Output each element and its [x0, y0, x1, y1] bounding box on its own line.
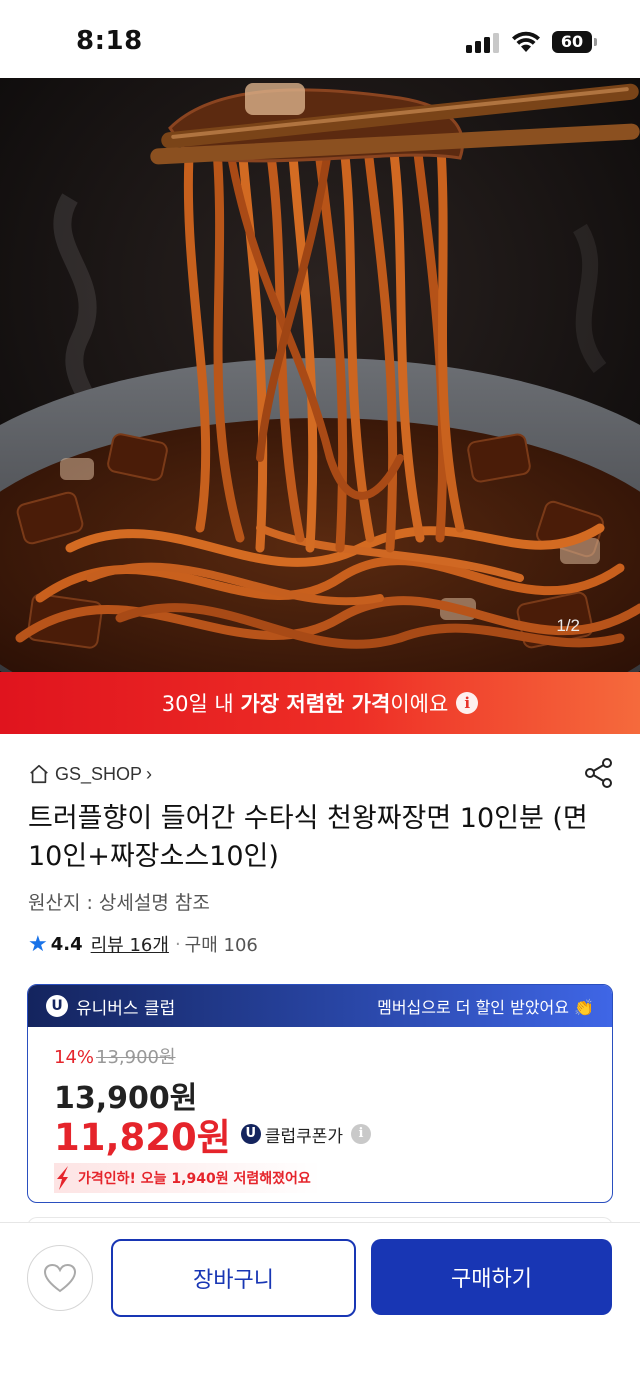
status-bar: 8:18 60 [0, 0, 640, 78]
wifi-icon [512, 31, 540, 52]
product-origin: 원산지 : 상세설명 참조 [28, 892, 210, 914]
chevron-right-icon: › [146, 763, 153, 784]
home-icon [30, 764, 48, 784]
membership-message: 멤버십으로 더 할인 받았어요 👏 [377, 998, 594, 1017]
universe-logo-icon: U [46, 995, 68, 1017]
purchase-count: 구매 106 [184, 935, 258, 956]
universe-badge-icon: U [240, 1124, 261, 1144]
promo-suffix: 이에요 [390, 692, 449, 716]
universe-club-price-box: U 유니버스 클럽 멤버십으로 더 할인 받았어요 👏 14% 13,900원 … [27, 984, 613, 1203]
rating-row: ★ 4.4 리뷰 16개 · 구매 106 [28, 931, 258, 957]
wishlist-button[interactable] [27, 1245, 93, 1311]
sale-price: 13,900원 [54, 1081, 198, 1116]
battery-cap [594, 38, 597, 46]
club-name: 유니버스 클럽 [76, 998, 176, 1019]
buy-now-button[interactable]: 구매하기 [371, 1239, 612, 1315]
separator-dot: · [174, 933, 181, 955]
seller-link[interactable]: GS_SHOP › [28, 760, 152, 788]
bottom-action-bar: 장바구니 구매하기 [0, 1222, 640, 1385]
jjajangmyeon-image [0, 78, 640, 672]
star-icon: ★ [28, 931, 48, 957]
promo-prefix: 30일 내 [161, 692, 241, 716]
info-icon[interactable]: i [351, 1124, 372, 1144]
club-coupon-label[interactable]: U 클럽쿠폰가 i [240, 1122, 372, 1147]
product-title: 트러플향이 들어간 수타식 천왕짜장면 10인분 (면 10인+짜장소스10인) [28, 803, 588, 872]
lowest-price-banner[interactable]: 30일 내 가장 저렴한 가격 이에요 i [0, 672, 640, 734]
battery-icon: 60 [552, 31, 592, 53]
reviews-link[interactable]: 리뷰 16개 [91, 931, 169, 957]
coupon-label-text: 클럽쿠폰가 [264, 1126, 344, 1147]
discount-rate: 14% [54, 1047, 95, 1068]
add-to-cart-button[interactable]: 장바구니 [111, 1239, 356, 1317]
info-icon[interactable]: i [456, 692, 479, 714]
seller-name: GS_SHOP [55, 763, 143, 784]
image-counter: 1/2 [556, 616, 580, 635]
price-drop-text: 가격인하! 오늘 1,940원 저렴해졌어요 [78, 1171, 311, 1187]
rating-score: 4.4 [50, 933, 83, 955]
status-time: 8:18 [76, 26, 143, 56]
heart-icon [43, 1263, 77, 1293]
share-icon[interactable] [582, 756, 616, 790]
original-price: 13,900원 [96, 1047, 176, 1068]
price-down-arrow-icon [57, 1166, 68, 1190]
promo-highlight: 가장 저렴한 가격 [240, 692, 391, 716]
club-coupon-price: 11,820원 [54, 1116, 231, 1159]
club-header: U 유니버스 클럽 멤버십으로 더 할인 받았어요 👏 [28, 985, 612, 1027]
signal-icon [466, 33, 500, 53]
price-drop-notice: 가격인하! 오늘 1,940원 저렴해졌어요 [54, 1163, 321, 1193]
product-image-carousel[interactable]: 1/2 [0, 78, 640, 672]
